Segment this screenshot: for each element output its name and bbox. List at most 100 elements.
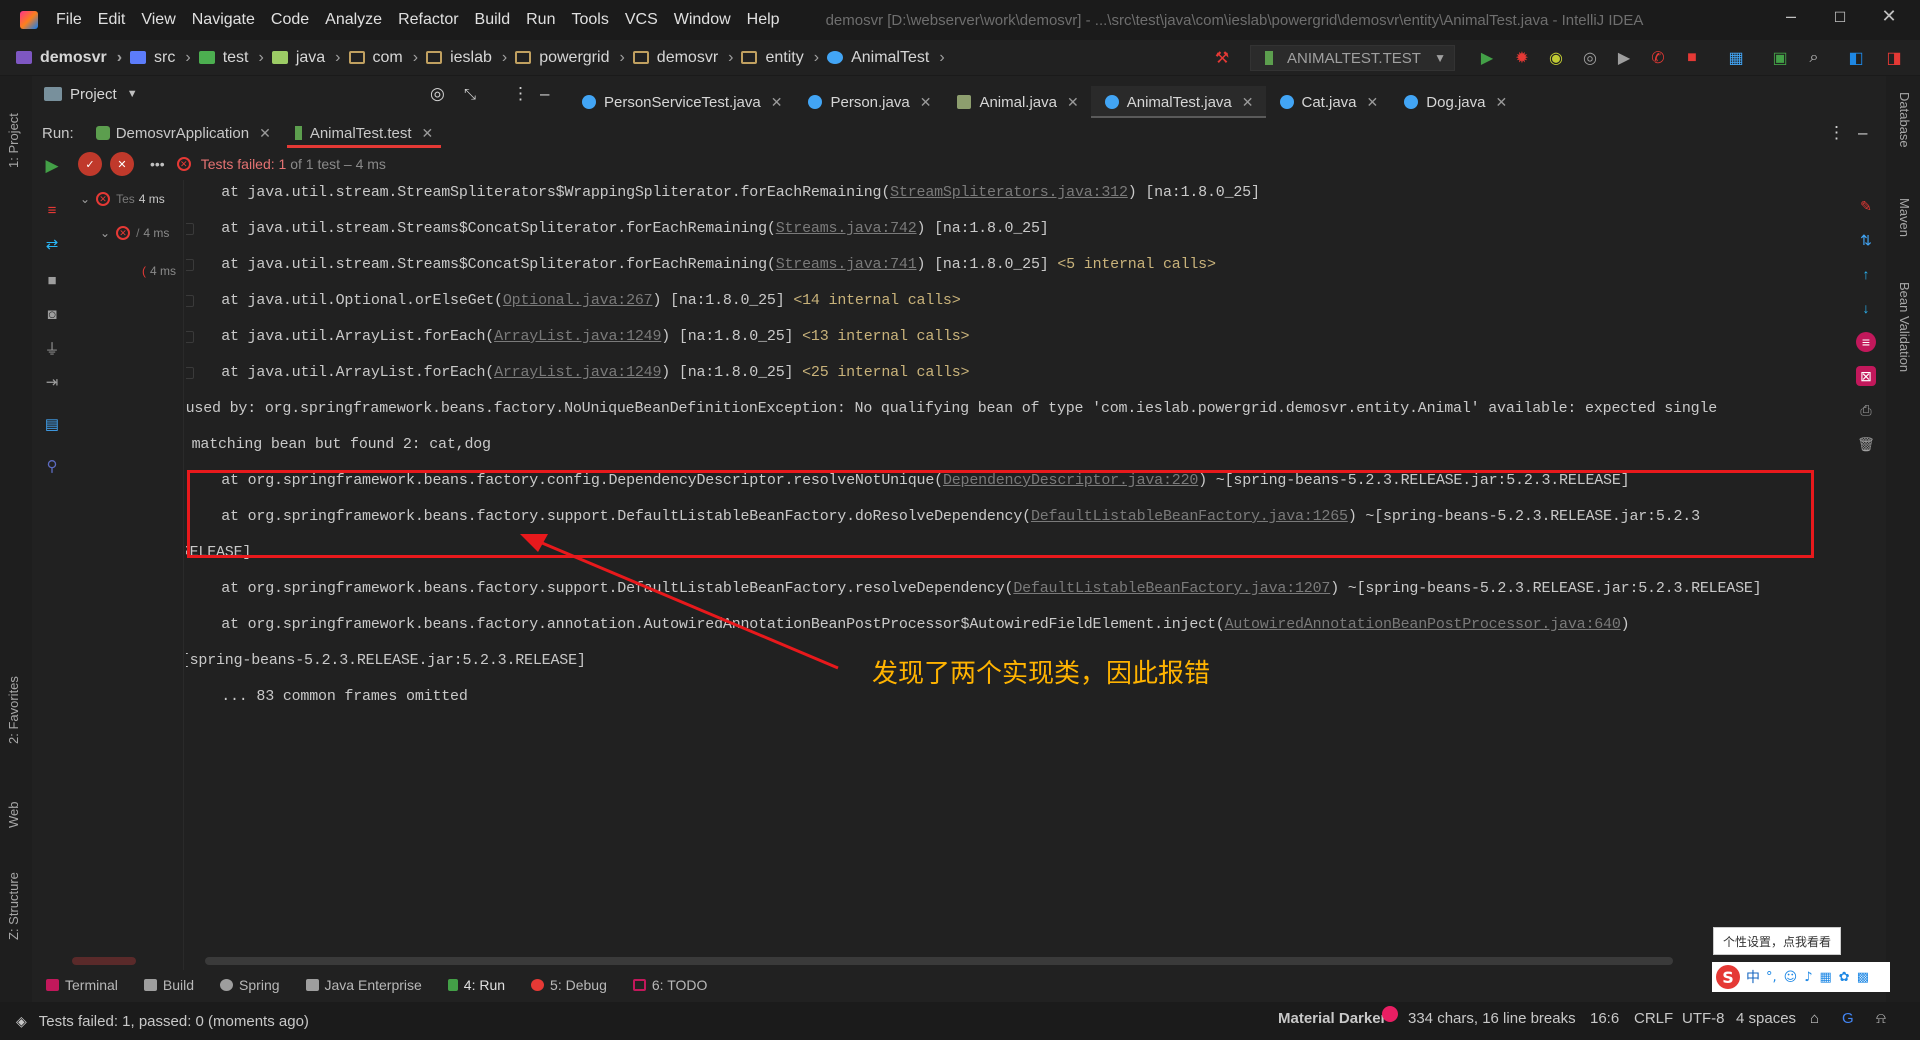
menu-run[interactable]: Run — [526, 11, 555, 29]
console-horizontal-scrollbar[interactable] — [205, 957, 1673, 965]
attach-debugger-icon[interactable]: ✆ — [1648, 48, 1668, 68]
sort-icon[interactable]: ⇅ — [1856, 230, 1876, 250]
pin-icon[interactable]: ⚲ — [42, 456, 62, 476]
close-icon[interactable]: ✕ — [1367, 94, 1379, 111]
stripe-tab-database[interactable]: Database — [1897, 92, 1912, 148]
up-arrow-icon[interactable]: ↑ — [1856, 264, 1876, 284]
coverage-icon[interactable]: ◉ — [1546, 48, 1566, 68]
caret-position[interactable]: 16:6 — [1590, 1010, 1619, 1027]
terminal-icon[interactable]: ▣ — [1770, 48, 1790, 68]
notifications-icon[interactable]: ⍾ — [1876, 1010, 1886, 1027]
internal-calls-fold[interactable]: <13 internal calls> — [802, 328, 969, 345]
internal-calls-fold[interactable]: <5 internal calls> — [1057, 256, 1216, 273]
fold-gutter-icon[interactable] — [186, 295, 194, 307]
sogou-logo-icon[interactable]: S — [1716, 965, 1740, 989]
menu-file[interactable]: File — [56, 11, 82, 29]
tree-node-root[interactable]: ⌄ ✕ Tes 4 ms — [80, 192, 165, 206]
project-structure-icon[interactable]: ▦ — [1726, 48, 1746, 68]
chevron-down-icon[interactable]: ▼ — [127, 88, 138, 100]
export-icon[interactable]: ⊠ — [1856, 366, 1876, 386]
tool-tab-terminal[interactable]: Terminal — [46, 977, 118, 993]
menu-analyze[interactable]: Analyze — [325, 11, 382, 29]
close-icon[interactable]: ✕ — [920, 94, 932, 111]
stop-icon[interactable]: ■ — [42, 270, 62, 290]
menu-view[interactable]: View — [141, 11, 175, 29]
source-link[interactable]: Streams.java:742 — [776, 220, 917, 237]
chevron-down-icon[interactable]: ⌄ — [100, 226, 110, 240]
tool-tab-run[interactable]: 4: Run — [447, 977, 505, 993]
menu-vcs[interactable]: VCS — [625, 11, 658, 29]
layout-icon[interactable]: ▤ — [42, 414, 62, 434]
breadcrumb-com[interactable]: com › — [348, 49, 418, 67]
fold-gutter-icon[interactable] — [186, 331, 194, 343]
tab-person[interactable]: Person.java ✕ — [794, 86, 943, 118]
close-icon[interactable]: ✕ — [1242, 94, 1254, 111]
file-encoding[interactable]: UTF-8 — [1682, 1010, 1725, 1027]
run-concurrent-icon[interactable]: ▶ — [1614, 48, 1634, 68]
menu-edit[interactable]: Edit — [98, 11, 126, 29]
show-passed-icon[interactable]: ✓ — [78, 152, 102, 176]
breadcrumb-entity[interactable]: entity › — [741, 49, 819, 67]
stripe-tab-web[interactable]: Web — [6, 802, 21, 829]
fold-gutter-icon[interactable] — [186, 223, 194, 235]
scroll-to-end-icon[interactable]: ≡ — [1856, 332, 1876, 352]
punctuation-icon[interactable]: °, — [1766, 970, 1777, 985]
skin-icon[interactable]: ✿ — [1839, 970, 1850, 985]
close-icon[interactable]: ✕ — [1067, 94, 1079, 111]
tool-tab-build[interactable]: Build — [143, 977, 194, 993]
fold-gutter-icon[interactable] — [186, 259, 194, 271]
menu-window[interactable]: Window — [674, 11, 731, 29]
soft-wrap-icon[interactable]: ✎ — [1856, 196, 1876, 216]
breadcrumb-demosvr-package[interactable]: demosvr › — [632, 49, 733, 67]
event-log-icon[interactable]: ◈ — [16, 1013, 27, 1030]
emoji-icon[interactable]: ☺ — [1784, 970, 1798, 985]
internal-calls-fold[interactable]: <25 internal calls> — [802, 364, 969, 381]
breadcrumb-animaltest[interactable]: AnimalTest › — [827, 49, 945, 67]
menu-help[interactable]: Help — [747, 11, 780, 29]
internal-calls-fold[interactable]: <14 internal calls> — [793, 292, 960, 309]
line-separator[interactable]: CRLF — [1634, 1010, 1673, 1027]
close-icon[interactable]: ✕ — [1495, 94, 1507, 111]
menu-refactor[interactable]: Refactor — [398, 11, 458, 29]
breadcrumb-java[interactable]: java › — [271, 49, 341, 67]
stripe-tab-project[interactable]: 1: Project — [6, 113, 21, 168]
tree-node-method[interactable]: (4 ms — [142, 264, 176, 278]
breadcrumb-test[interactable]: test › — [198, 49, 264, 67]
tab-cat[interactable]: Cat.java ✕ — [1266, 86, 1391, 118]
menu-build[interactable]: Build — [475, 11, 511, 29]
hide-panel-icon[interactable]: – — [1858, 123, 1867, 143]
source-link[interactable]: DefaultListableBeanFactory.java:1207 — [1013, 580, 1330, 597]
build-hammer-icon[interactable]: ⚒ — [1212, 48, 1232, 68]
ime-settings-tooltip[interactable]: 个性设置，点我看看 — [1713, 927, 1841, 955]
camera-icon[interactable]: ◙ — [42, 304, 62, 324]
source-link[interactable]: ArrayList.java:1249 — [494, 328, 661, 345]
more-options-icon[interactable]: ⋮ — [1828, 123, 1845, 143]
breadcrumb-ieslab[interactable]: ieslab › — [426, 49, 507, 67]
lock-icon[interactable]: ⌂ — [1810, 1010, 1819, 1027]
tool-tab-todo[interactable]: 6: TODO — [632, 977, 707, 993]
stripe-tab-structure[interactable]: Z: Structure — [6, 872, 21, 940]
menu-navigate[interactable]: Navigate — [192, 11, 255, 29]
more-options-icon[interactable]: ⋮ — [512, 84, 529, 104]
tool-tab-debug[interactable]: 5: Debug — [531, 977, 607, 993]
project-view-select[interactable]: Project — [70, 86, 117, 103]
stop-icon[interactable]: ■ — [1682, 48, 1702, 68]
toolbox-icon[interactable]: ▩ — [1857, 970, 1869, 985]
stripe-tab-bean-validation[interactable]: Bean Validation — [1897, 282, 1912, 372]
microphone-icon[interactable]: ♪ — [1804, 970, 1812, 985]
run-tab-demosvrapplication[interactable]: DemosvrApplication ✕ — [88, 118, 279, 148]
status-message[interactable]: Tests failed: 1, passed: 0 (moments ago) — [39, 1013, 309, 1030]
google-icon[interactable]: G — [1842, 1010, 1854, 1027]
indent-setting[interactable]: 4 spaces — [1736, 1010, 1796, 1027]
stripe-tab-favorites[interactable]: 2: Favorites — [6, 676, 21, 744]
tool-tab-spring[interactable]: Spring — [220, 977, 280, 993]
print-icon[interactable]: ⎙ — [1856, 400, 1876, 420]
theme-name[interactable]: Material Darker — [1278, 1010, 1386, 1027]
close-icon[interactable]: ✕ — [771, 94, 783, 111]
debug-icon[interactable]: ✹ — [1512, 48, 1532, 68]
menu-tools[interactable]: Tools — [571, 11, 608, 29]
menu-code[interactable]: Code — [271, 11, 309, 29]
toggle-auto-test-icon[interactable]: ⇄ — [42, 234, 62, 254]
exit-icon[interactable]: ⇥ — [42, 372, 62, 392]
run-tab-animaltest[interactable]: AnimalTest.test ✕ — [286, 118, 442, 148]
